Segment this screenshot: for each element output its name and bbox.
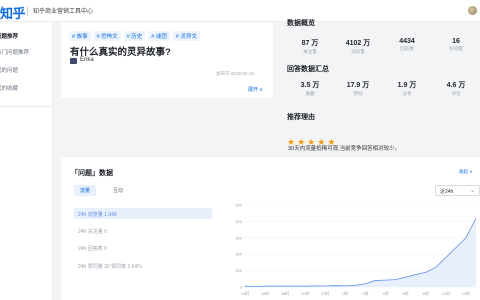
stat-value: 1.9 万 — [397, 82, 417, 89]
publish-time: 发布于 2016-02-18 — [216, 71, 254, 76]
x-tick-label: 16时 — [261, 290, 269, 296]
chevron-down-icon: ⌄ — [469, 188, 475, 194]
stat-value: 17.9 万 — [346, 82, 370, 89]
tag-item[interactable]: # 恐怖文 — [93, 31, 121, 41]
y-tick-label: 500 — [235, 203, 242, 208]
avatar[interactable] — [467, 5, 478, 16]
header-divider — [27, 6, 28, 16]
sidebar-divider — [0, 106, 53, 107]
y-tick-label: 300 — [235, 235, 242, 240]
question-card: # 故事 # 恐怖文 # 历史 # 谜团 # 灵异文 有什么真实的灵异故事? Erika… — [61, 22, 273, 98]
sidebar-item-hot-questions[interactable]: 热门问题推荐 — [0, 48, 29, 56]
data-panel-title: 「问题」数据 — [71, 170, 113, 177]
stat-label: 赞同 — [353, 91, 363, 96]
stat-shares: 1.9 万分享 — [383, 80, 431, 97]
series-area — [245, 218, 476, 287]
tab-interaction[interactable]: 互动 — [107, 185, 129, 196]
overview-title: 数据概览 — [287, 20, 315, 27]
stat-value: 3.5 万 — [300, 82, 320, 89]
zhihu-logo[interactable]: 知乎 — [0, 3, 26, 22]
tag-item[interactable]: # 历史 — [123, 31, 146, 41]
stat-label: 好问题 — [449, 46, 463, 51]
time-range-value: 近24h — [440, 189, 454, 195]
stat-label: 评论 — [451, 91, 461, 96]
sidebar-item-question-recommend[interactable]: 问题推荐 — [0, 32, 18, 40]
x-tick-label: 8时 — [423, 290, 429, 296]
expand-button[interactable]: 展开 ∨ — [248, 86, 263, 93]
x-tick-label: 2时 — [362, 290, 368, 296]
x-tick-label: 0时 — [342, 290, 348, 296]
stat-label: 关注量 — [303, 49, 317, 54]
stat-value: 4102 万 — [345, 40, 371, 47]
tab-traffic[interactable]: 流量 — [74, 185, 97, 196]
x-tick-label: 14时 — [241, 290, 249, 296]
answers-grid: 3.5 万收藏 17.9 万赞同 1.9 万分享 4.6 万评论 — [282, 80, 480, 100]
y-tick-label: 100 — [235, 268, 242, 273]
x-tick-label: 12时 — [462, 290, 470, 296]
author-avatar-icon — [70, 58, 77, 64]
metric-upvotes[interactable]: 24h 赞同量 30 赞同率 1.54% — [74, 260, 212, 271]
tag-item[interactable]: # 谜团 — [148, 31, 170, 41]
tag-item[interactable]: # 故事 — [69, 31, 91, 41]
traffic-chart: 0 100 200 300 400 500 14时 16时 18时 20时 22时 0时 2时 4时 6时 8… — [235, 203, 477, 296]
time-range-select[interactable]: 近24h ⌄ — [435, 185, 480, 196]
collapse-link[interactable]: 收起 ∧ — [459, 169, 473, 175]
stat-value: 87 万 — [301, 40, 319, 47]
stat-value: 4434 — [399, 38, 415, 45]
sidebar-item-my-questions[interactable]: 我的问题 — [0, 66, 18, 74]
x-tick-label: 22时 — [321, 290, 329, 296]
stat-views: 4102 万浏览量 — [334, 38, 382, 55]
x-tick-label: 6时 — [403, 290, 409, 296]
y-tick-label: 0 — [240, 285, 243, 290]
stat-answers: 4434 回答数 — [383, 38, 431, 52]
tag-item[interactable]: # 灵异文 — [172, 31, 200, 41]
app-title: 知乎商业营销工具中心 — [33, 9, 94, 15]
stat-followers: 87 万关注量 — [286, 38, 334, 55]
y-tick-label: 400 — [235, 219, 242, 224]
x-tick-label: 4时 — [382, 290, 388, 296]
top-bar: 知乎 知乎商业营销工具中心 — [0, 0, 480, 22]
stat-upvotes: 17.9 万赞同 — [334, 80, 382, 97]
overview-grid: 87 万关注量 4102 万浏览量 4434 回答数 16 好问题 — [282, 38, 480, 58]
stat-label: 浏览量 — [351, 49, 365, 54]
stat-label: 收藏 — [305, 91, 315, 96]
question-title[interactable]: 有什么真实的灵异故事? — [70, 44, 171, 58]
author-name[interactable]: Erika — [80, 57, 94, 63]
x-tick-label: 20时 — [301, 290, 309, 296]
sidebar: 问题推荐 热门问题推荐 我的问题 我的收藏 — [0, 22, 53, 300]
stat-value: 4.6 万 — [446, 82, 466, 89]
stat-label: 回答数 — [400, 46, 414, 51]
data-panel: 「问题」数据 收起 ∧ 流量 互动 近24h ⌄ 24h 浏览量 1,949 2… — [61, 157, 480, 300]
metric-answers[interactable]: 24h 回答数 0 — [74, 242, 212, 253]
stat-value: 16 — [452, 38, 460, 45]
stat-collect: 3.5 万收藏 — [286, 80, 334, 97]
x-tick-label: 10时 — [442, 290, 450, 296]
x-tick-label: 18时 — [281, 290, 289, 296]
reason-text: 30天内流量抵稀可观,当前竞争回答相对较少。 — [288, 146, 401, 152]
answers-summary-title: 回答数据汇总 — [287, 66, 329, 73]
metric-follows[interactable]: 24h 关注量 0 — [74, 225, 212, 236]
reason-title: 推荐理由 — [287, 114, 315, 121]
tag-list: # 故事 # 恐怖文 # 历史 # 谜团 # 灵异文 — [69, 25, 203, 43]
stat-good-question: 16 好问题 — [432, 38, 480, 52]
y-tick-label: 200 — [235, 252, 242, 257]
sidebar-item-my-favorites[interactable]: 我的收藏 — [0, 84, 18, 92]
stat-comments: 4.6 万评论 — [432, 80, 480, 97]
metric-views[interactable]: 24h 浏览量 1,949 — [74, 208, 212, 219]
stat-label: 分享 — [402, 91, 412, 96]
